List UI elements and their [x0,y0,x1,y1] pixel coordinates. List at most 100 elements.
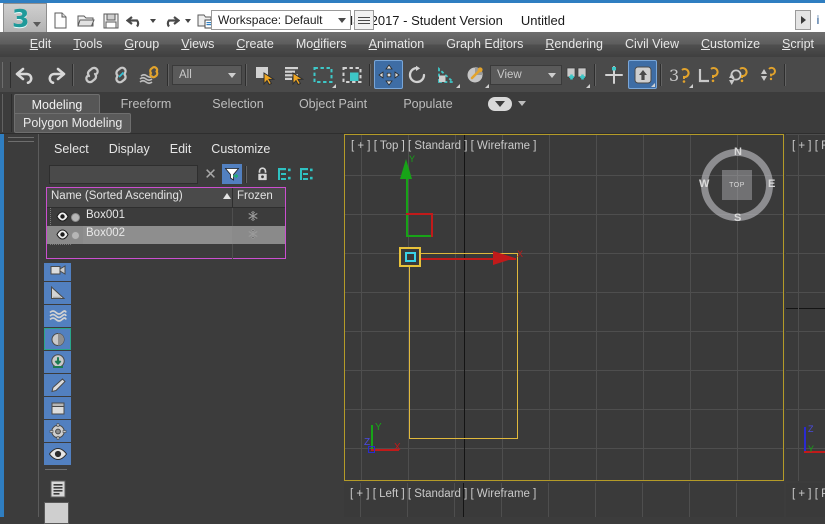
scene-explorer-menu-customize[interactable]: Customize [201,139,280,159]
spinner-snap-toggle-icon[interactable] [723,60,752,89]
space-warps-icon[interactable] [44,305,71,327]
column-header-frozen[interactable]: Frozen [237,190,273,202]
gizmo-xy-plane-handle[interactable] [406,213,433,237]
ribbon-tab-populate[interactable]: Populate [382,94,474,114]
workspace-menu-button[interactable] [354,10,374,30]
use-center-flyout-icon[interactable] [562,60,591,89]
frozen-snowflake-icon[interactable] [247,228,259,243]
redo-icon[interactable] [40,60,69,89]
selection-filter-combo[interactable]: All [172,64,242,85]
systems-icon[interactable] [44,328,71,350]
chevron-down-icon[interactable] [33,22,41,27]
viewport-label-front[interactable]: [ + ] [ F [792,140,825,152]
frozen-snowflake-icon[interactable] [247,210,259,225]
spinner-snap-arrows-icon[interactable] [752,60,781,89]
percent-snap-toggle-icon[interactable] [694,60,723,89]
scene-explorer-menu-display[interactable]: Display [99,139,160,159]
chevron-down-icon[interactable] [338,18,346,23]
viewport-label-top[interactable]: [ + ] [ Top ] [ Standard ] [ Wireframe ] [351,140,536,152]
select-and-scale-icon[interactable] [432,60,461,89]
new-file-icon[interactable] [48,8,73,33]
menu-item-civil-view[interactable]: Civil View [614,32,690,57]
helpers-icon[interactable] [44,282,71,304]
menu-item-animation[interactable]: Animation [358,32,436,57]
ribbon-tab-freeform[interactable]: Freeform [100,94,192,114]
visibility-eye-icon[interactable] [56,229,69,243]
render-preview-icon[interactable] [44,443,71,465]
select-and-move-icon[interactable] [374,60,403,89]
select-and-place-icon[interactable] [461,60,490,89]
collapse-all-icon[interactable] [296,164,316,184]
viewport-front[interactable]: [ + ] [ F Z Y [786,134,825,481]
angle-snap-toggle-icon[interactable]: 3 [665,60,694,89]
menu-item-views[interactable]: Views [170,32,225,57]
menu-item-tools[interactable]: Tools [62,32,113,57]
rectangular-selection-region-icon[interactable] [308,60,337,89]
chevron-down-icon[interactable] [518,101,526,106]
column-divider[interactable] [232,188,233,207]
snaps-toggle-icon[interactable] [628,60,657,89]
menu-item-script[interactable]: Script [771,32,825,57]
ribbon-panel-polygon-modeling[interactable]: Polygon Modeling [14,113,132,133]
menu-item-group[interactable]: Group [113,32,170,57]
wirecolor-swatch[interactable] [71,231,80,240]
ribbon-minimize-icon[interactable] [488,96,512,111]
render-setup-icon[interactable] [44,420,71,442]
import-icon[interactable] [44,351,71,373]
menu-item-edit[interactable]: Edit [19,32,63,57]
chevron-down-icon[interactable] [548,72,556,78]
clear-search-icon[interactable]: ✕ [201,165,220,184]
bind-space-warp-icon[interactable] [135,60,164,89]
ribbon-tab-selection[interactable]: Selection [192,94,284,114]
scene-explorer-menu-edit[interactable]: Edit [160,139,202,159]
select-and-manipulate-icon[interactable] [599,60,628,89]
viewport-perspective[interactable]: [ + ] [ P [786,483,825,517]
scene-explorer-menu-select[interactable]: Select [44,139,99,159]
ribbon-tab-modeling[interactable]: Modeling [14,94,100,114]
archive-icon[interactable] [44,397,71,419]
viewport-left[interactable]: [ + ] [ Left ] [ Standard ] [ Wireframe … [344,483,784,517]
view-cube[interactable]: TOP N E S W [699,146,775,224]
lock-icon[interactable] [252,164,272,184]
search-input[interactable] [49,164,198,184]
eyedropper-icon[interactable] [44,374,71,396]
viewport-label-perspective[interactable]: [ + ] [ P [792,488,825,500]
viewport-label-left[interactable]: [ + ] [ Left ] [ Standard ] [ Wireframe … [350,488,536,500]
expand-ribbon-button[interactable] [795,10,811,30]
open-file-icon[interactable] [73,8,98,33]
window-crossing-icon[interactable] [337,60,366,89]
workspace-selector[interactable]: Workspace: Default [211,10,351,30]
filter-funnel-icon[interactable] [222,164,242,184]
table-row[interactable]: Box002 [47,226,285,244]
menu-item-rendering[interactable]: Rendering [534,32,614,57]
expand-all-icon[interactable] [274,164,294,184]
selected-box-wireframe[interactable] [409,253,518,439]
redo-dropdown-caret-icon[interactable] [183,8,193,33]
select-link-icon[interactable] [77,60,106,89]
ribbon-grip[interactable] [2,94,12,132]
visibility-eye-icon[interactable] [56,211,69,225]
table-row[interactable]: Box001 [47,208,285,226]
menu-item-create[interactable]: Create [225,32,285,57]
redo-icon[interactable] [158,8,183,33]
chevron-down-icon[interactable] [228,72,236,78]
view-cube-face[interactable]: TOP [722,170,752,200]
column-header-name[interactable]: Name (Sorted Ascending) [51,190,183,202]
menu-item-graph-editors[interactable]: Graph Editors [435,32,534,57]
menu-item-customize[interactable]: Customize [690,32,771,57]
save-file-icon[interactable] [98,8,123,33]
select-object-icon[interactable] [250,60,279,89]
menu-item-modifiers[interactable]: Modifiers [285,32,358,57]
wirecolor-swatch[interactable] [71,213,80,222]
select-by-name-icon[interactable] [279,60,308,89]
color-swatch-icon[interactable] [44,502,69,524]
gizmo-center-handle[interactable] [399,247,421,267]
undo-icon[interactable] [123,8,148,33]
ribbon-tab-object-paint[interactable]: Object Paint [284,94,382,114]
unlink-selection-icon[interactable] [106,60,135,89]
toolbar-grip[interactable] [2,61,11,88]
undo-icon[interactable] [11,60,40,89]
help-icon[interactable]: i [811,10,825,30]
undo-dropdown-caret-icon[interactable] [148,8,158,33]
select-and-rotate-icon[interactable] [403,60,432,89]
